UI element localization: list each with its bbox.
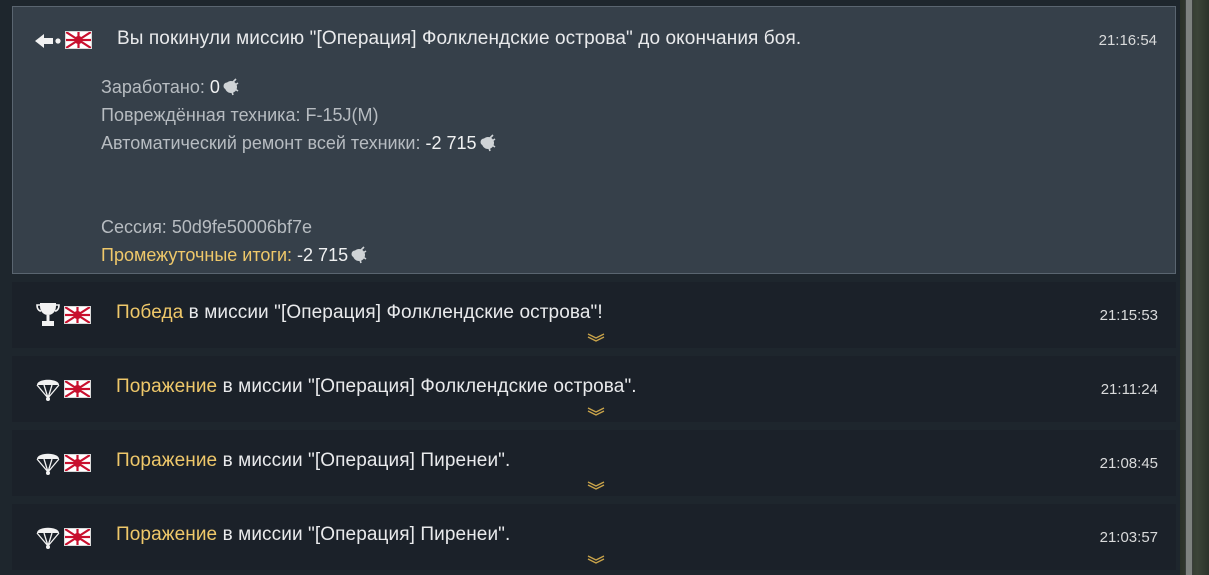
subtotal-value: -2 715: [297, 245, 349, 265]
timestamp: 21:16:54: [1098, 32, 1157, 49]
japan-flag-icon: [65, 31, 92, 49]
japan-flag-icon: [64, 528, 91, 546]
repair-cost-value: -2 715: [425, 133, 477, 153]
message-text: Победа в миссии "[Операция] Фолклендские…: [116, 302, 603, 323]
expand-chevron-icon[interactable]: [586, 406, 606, 416]
parachute-icon: [34, 375, 62, 403]
timestamp: 21:08:45: [1099, 455, 1158, 472]
message-text: Поражение в миссии "[Операция] Пиренеи".: [116, 524, 511, 545]
message-card-victory[interactable]: Победа в миссии "[Операция] Фолклендские…: [12, 282, 1176, 348]
message-card-expanded[interactable]: Вы покинули миссию "[Операция] Фолклендс…: [12, 6, 1176, 274]
scrollbar-thumb[interactable]: [1186, 0, 1192, 575]
message-card-defeat[interactable]: Поражение в миссии "[Операция] Пиренеи".…: [12, 504, 1176, 570]
parachute-icon: [34, 523, 62, 551]
session-id[interactable]: 50d9fe50006bf7e: [172, 217, 312, 237]
result-label: Поражение: [116, 376, 218, 397]
message-text: Поражение в миссии "[Операция] Пиренеи".: [116, 450, 511, 471]
auto-repair-line: Автоматический ремонт всей техники: -2 7…: [101, 129, 496, 157]
message-card-defeat[interactable]: Поражение в миссии "[Операция] Пиренеи".…: [12, 430, 1176, 496]
expand-chevron-icon[interactable]: [586, 554, 606, 564]
silver-lion-icon: [223, 78, 239, 96]
result-label: Поражение: [116, 524, 218, 545]
message-card-defeat[interactable]: Поражение в миссии "[Операция] Фолклендс…: [12, 356, 1176, 422]
japan-flag-icon: [64, 454, 91, 472]
silver-lion-icon: [351, 246, 367, 264]
result-label: Победа: [116, 302, 184, 323]
message-text: Поражение в миссии "[Операция] Фолклендс…: [116, 376, 637, 397]
trophy-icon: [34, 301, 62, 329]
japan-flag-icon: [64, 306, 91, 324]
timestamp: 21:15:53: [1099, 307, 1158, 324]
japan-flag-icon: [64, 380, 91, 398]
leave-mission-icon: [35, 27, 63, 55]
damaged-vehicle-name: F-15J(M): [305, 105, 379, 125]
earned-line: Заработано: 0: [101, 73, 496, 101]
timestamp: 21:11:24: [1100, 381, 1158, 398]
expand-chevron-icon[interactable]: [586, 332, 606, 342]
subtotal-line: Промежуточные итоги: -2 715: [101, 241, 496, 269]
session-line: Сессия: 50d9fe50006bf7e: [101, 217, 312, 237]
expand-chevron-icon[interactable]: [586, 480, 606, 490]
damaged-vehicles-line: Повреждённая техника: F-15J(M): [101, 105, 379, 125]
message-details: Заработано: 0 Повреждённая техника: F-15…: [101, 73, 496, 269]
silver-lion-icon: [480, 134, 495, 152]
earned-value: 0: [209, 77, 220, 97]
timestamp: 21:03:57: [1099, 529, 1158, 546]
message-text: Вы покинули миссию "[Операция] Фолклендс…: [117, 28, 802, 49]
parachute-icon: [34, 449, 62, 477]
result-label: Поражение: [116, 450, 218, 471]
